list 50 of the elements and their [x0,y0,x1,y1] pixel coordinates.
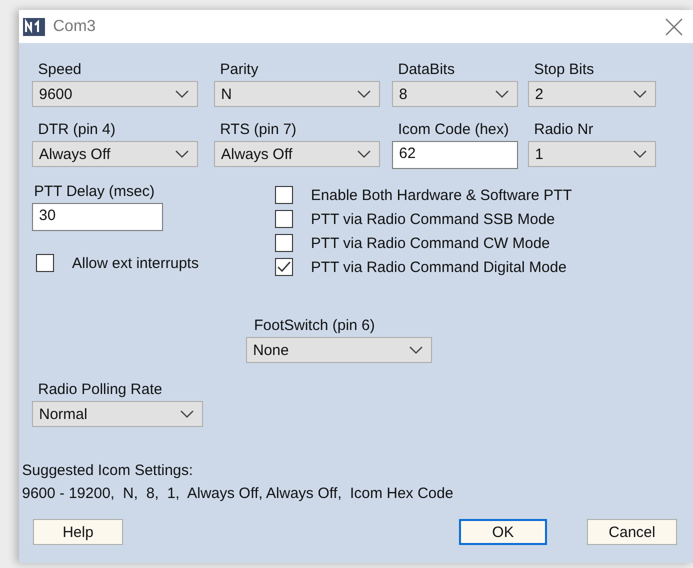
checkbox-label: PTT via Radio Command Digital Mode [310,258,567,276]
input-field[interactable]: 62 [392,141,518,169]
close-icon[interactable] [665,18,683,36]
field-label: Speed [38,61,82,78]
chevron-down-icon [495,90,509,98]
checkbox[interactable] [274,210,293,228]
field-label: Radio Nr [534,121,594,138]
chevron-down-icon [409,346,423,354]
dropdown[interactable]: 8 [392,81,518,107]
dialog-button[interactable]: Help [33,519,123,545]
input-field[interactable]: 30 [32,203,163,231]
checkbox-label: PTT via Radio Command SSB Mode [310,210,555,228]
app-logo-icon [23,18,45,36]
hint-text: 9600 - 19200, N, 8, 1, Always Off, Always Off, Icom Hex Code [22,484,454,504]
dialog-button[interactable]: OK [459,519,547,545]
field-label: DTR (pin 4) [38,121,117,138]
field-label: FootSwitch (pin 6) [254,317,376,334]
checkbox-label: Allow ext interrupts [72,254,199,272]
dropdown[interactable]: Always Off [214,141,380,167]
dropdown[interactable]: 9600 [32,81,198,107]
dropdown[interactable]: Normal [32,401,203,427]
checkmark-icon [276,261,291,273]
window-title: Com3 [53,18,97,36]
field-label: Parity [220,61,260,78]
checkbox[interactable] [274,234,293,252]
dialog-button[interactable]: Cancel [587,519,677,545]
chevron-down-icon [180,410,194,418]
field-label: RTS (pin 7) [220,121,298,138]
checkbox[interactable] [274,258,293,276]
checkbox[interactable] [36,254,54,272]
chevron-down-icon [175,90,189,98]
chevron-down-icon [175,150,189,158]
dropdown[interactable]: N [214,81,380,107]
dropdown[interactable]: None [246,337,432,363]
chevron-down-icon [633,90,647,98]
field-label: PTT Delay (msec) [34,183,156,200]
dropdown[interactable]: 2 [528,81,656,107]
field-label: Stop Bits [534,61,596,78]
dropdown[interactable]: Always Off [32,141,198,167]
checkbox-label: PTT via Radio Command CW Mode [310,234,550,252]
chevron-down-icon [357,150,371,158]
dropdown[interactable]: 1 [528,141,656,167]
field-label: Icom Code (hex) [398,121,510,138]
field-label: DataBits [398,61,456,78]
checkbox-label: Enable Both Hardware & Software PTT [310,186,572,204]
hint-text: Suggested Icom Settings: [22,461,194,481]
chevron-down-icon [357,90,371,98]
field-label: Radio Polling Rate [38,381,164,398]
chevron-down-icon [633,150,647,158]
checkbox[interactable] [274,186,293,204]
